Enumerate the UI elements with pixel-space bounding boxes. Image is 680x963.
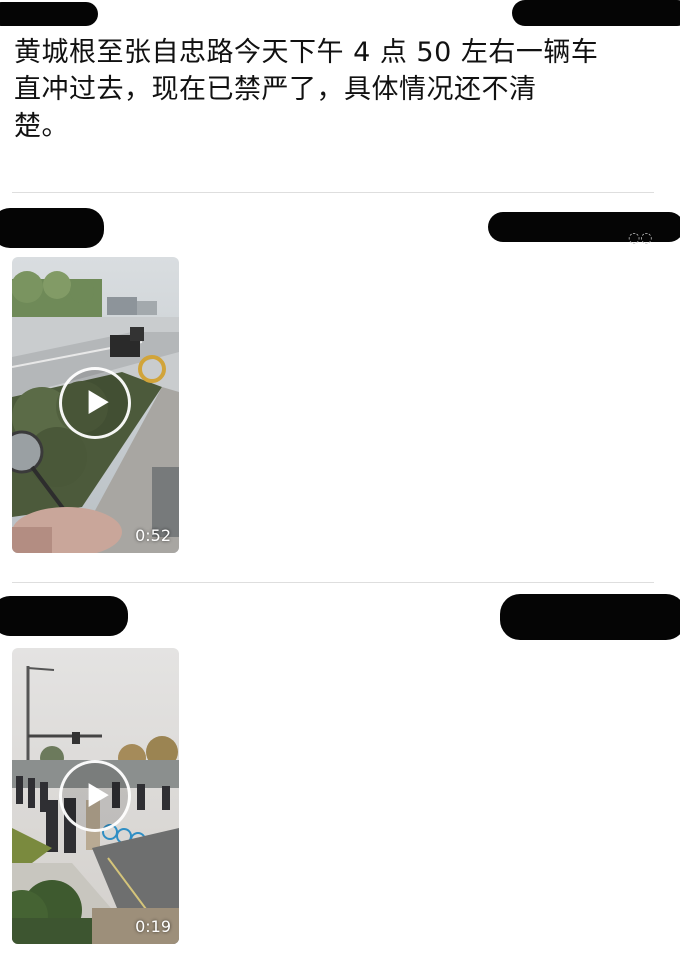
play-icon [88, 783, 109, 807]
post-divider-1 [12, 192, 654, 193]
redacted-username-3 [0, 596, 128, 636]
video-1-duration: 0:52 [135, 526, 171, 545]
feed-screen: 黄城根至张自忠路今天下午 4 点 50 左右一辆车 直冲过去，现在已禁严了，具体… [0, 0, 680, 963]
post-text-line-3: 楚。 [14, 111, 69, 142]
video-thumbnail-1[interactable]: 0:52 [12, 257, 179, 553]
post-text: 黄城根至张自忠路今天下午 4 点 50 左右一辆车 直冲过去，现在已禁严了，具体… [14, 34, 654, 145]
play-icon [88, 390, 109, 414]
post-text-line-2: 直冲过去，现在已禁严了，具体情况还不清 [14, 74, 537, 105]
redacted-username-top-left [0, 2, 98, 26]
video-2-duration: 0:19 [135, 917, 171, 936]
video-thumbnail-2[interactable]: 0:19 [12, 648, 179, 944]
redacted-username-2 [0, 208, 104, 248]
post-text-line-1: 黄城根至张自忠路今天下午 4 点 50 左右一辆车 [14, 37, 599, 68]
play-button-2[interactable] [59, 760, 131, 832]
redacted-meta-3 [500, 594, 680, 640]
redacted-username-top-right [512, 0, 680, 26]
play-button-1[interactable] [59, 367, 131, 439]
post-divider-2 [12, 582, 654, 583]
faint-meta-text: ◌◌ [628, 230, 653, 246]
